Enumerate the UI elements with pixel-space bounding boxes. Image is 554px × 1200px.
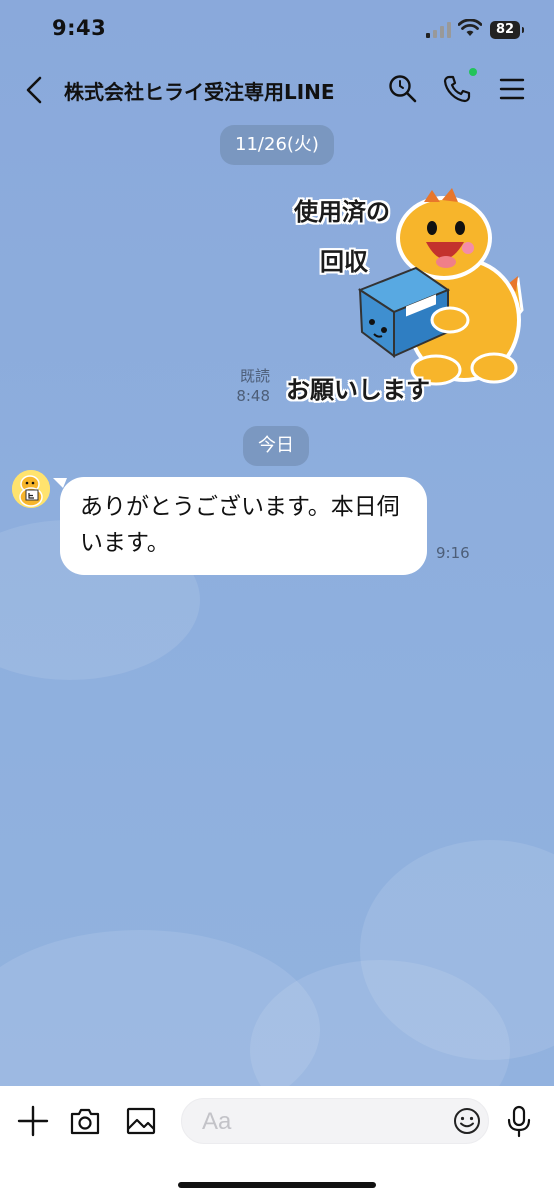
clock: 9:43 <box>52 16 107 40</box>
cellular-signal-icon <box>426 22 451 38</box>
sticker-caption-line3: お願いします <box>286 376 430 404</box>
read-time: 8:48 <box>236 387 270 405</box>
menu-icon[interactable] <box>496 72 530 106</box>
plus-icon[interactable] <box>16 1104 50 1138</box>
mascot-avatar-icon <box>12 470 50 508</box>
read-receipt: 既読 8:48 <box>220 366 270 406</box>
microphone-icon[interactable] <box>502 1104 536 1138</box>
date-separator: 11/26(火) <box>220 125 334 165</box>
sticker-caption-line1: 使用済の <box>294 198 390 226</box>
date-separator-today: 今日 <box>243 426 309 466</box>
chat-title: 株式会社ヒライ受注専用LINE <box>64 80 335 104</box>
avatar[interactable] <box>12 470 50 508</box>
home-indicator <box>178 1182 376 1188</box>
message-input[interactable] <box>200 1107 444 1137</box>
chat-screen: 9:43 82 株式会社ヒライ受注専用LINE 11/26(火) 使用済の 回収… <box>0 0 554 1200</box>
message-field[interactable] <box>181 1098 489 1144</box>
message-input-bar <box>0 1086 554 1200</box>
message-time: 9:16 <box>436 544 470 562</box>
chat-header: 株式会社ヒライ受注専用LINE <box>0 60 554 120</box>
wifi-icon <box>458 19 482 36</box>
read-label: 既読 <box>239 367 270 385</box>
status-bar: 9:43 82 <box>0 0 554 60</box>
incoming-message-bubble[interactable]: ありがとうございます。本日伺います。 <box>60 477 427 575</box>
search-icon[interactable] <box>386 72 420 106</box>
back-icon[interactable] <box>20 74 50 106</box>
camera-icon[interactable] <box>68 1104 102 1138</box>
sticker-message[interactable]: 使用済の 回収 お願いします <box>286 180 536 404</box>
image-icon[interactable] <box>124 1104 158 1138</box>
online-status-dot <box>469 68 477 76</box>
battery-indicator: 82 <box>490 21 524 39</box>
sticker-caption-line2: 回収 <box>320 248 368 276</box>
phone-icon[interactable] <box>440 72 474 106</box>
emoji-icon[interactable] <box>452 1106 482 1136</box>
